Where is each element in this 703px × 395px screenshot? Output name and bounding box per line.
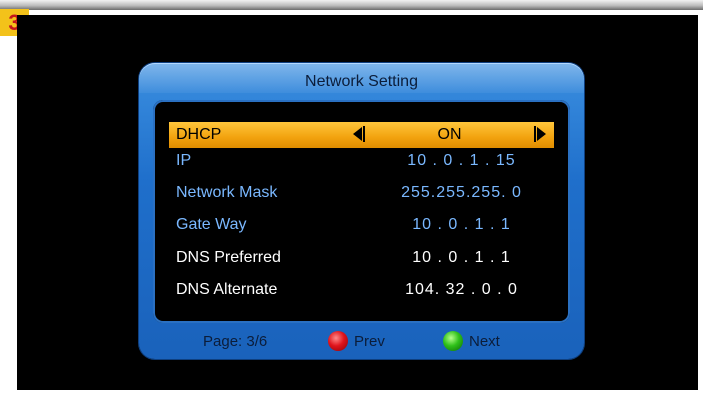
setting-label: IP <box>176 152 192 169</box>
setting-label: Gate Way <box>176 216 247 233</box>
screenshot-frame: 3 Network Setting DHCP ON IP 10 . 0 . 1 … <box>0 0 703 395</box>
setting-row-network-mask[interactable]: Network Mask 255.255.255. 0 <box>169 180 554 206</box>
setting-value: 10 . 0 . 1 . 15 <box>407 152 516 169</box>
network-setting-dialog: Network Setting DHCP ON IP 10 . 0 . 1 . … <box>139 63 584 359</box>
setting-row-dhcp[interactable]: DHCP ON <box>169 122 554 148</box>
dialog-footer: Page: 3/6 Prev Next <box>153 331 570 353</box>
top-divider <box>0 0 703 10</box>
setting-value: 255.255.255. 0 <box>401 184 522 201</box>
arrow-right-bar <box>534 126 536 142</box>
green-button-icon[interactable] <box>443 331 463 351</box>
prev-label[interactable]: Prev <box>354 333 385 350</box>
dhcp-selector[interactable]: ON <box>347 124 552 146</box>
setting-label: DHCP <box>176 126 222 143</box>
setting-row-dns-preferred[interactable]: DNS Preferred 10 . 0 . 1 . 1 <box>169 245 554 271</box>
setting-row-ip[interactable]: IP 10 . 0 . 1 . 15 <box>169 148 554 174</box>
dialog-title: Network Setting <box>305 73 418 90</box>
setting-row-gateway[interactable]: Gate Way 10 . 0 . 1 . 1 <box>169 212 554 238</box>
next-label[interactable]: Next <box>469 333 500 350</box>
setting-row-dns-alternate[interactable]: DNS Alternate 104. 32 . 0 . 0 <box>169 277 554 303</box>
setting-label: DNS Preferred <box>176 249 281 266</box>
arrow-right-icon[interactable] <box>537 127 546 141</box>
dhcp-value: ON <box>437 126 462 143</box>
tv-screen: Network Setting DHCP ON IP 10 . 0 . 1 . … <box>17 15 698 390</box>
setting-label: DNS Alternate <box>176 281 278 298</box>
red-button-icon[interactable] <box>328 331 348 351</box>
page-indicator: Page: 3/6 <box>203 333 268 350</box>
settings-list: DHCP ON IP 10 . 0 . 1 . 15 Network Mask … <box>153 100 570 323</box>
setting-value: 104. 32 . 0 . 0 <box>405 281 518 298</box>
setting-label: Network Mask <box>176 184 278 201</box>
setting-value: 10 . 0 . 1 . 1 <box>412 249 511 266</box>
setting-value: 10 . 0 . 1 . 1 <box>412 216 511 233</box>
